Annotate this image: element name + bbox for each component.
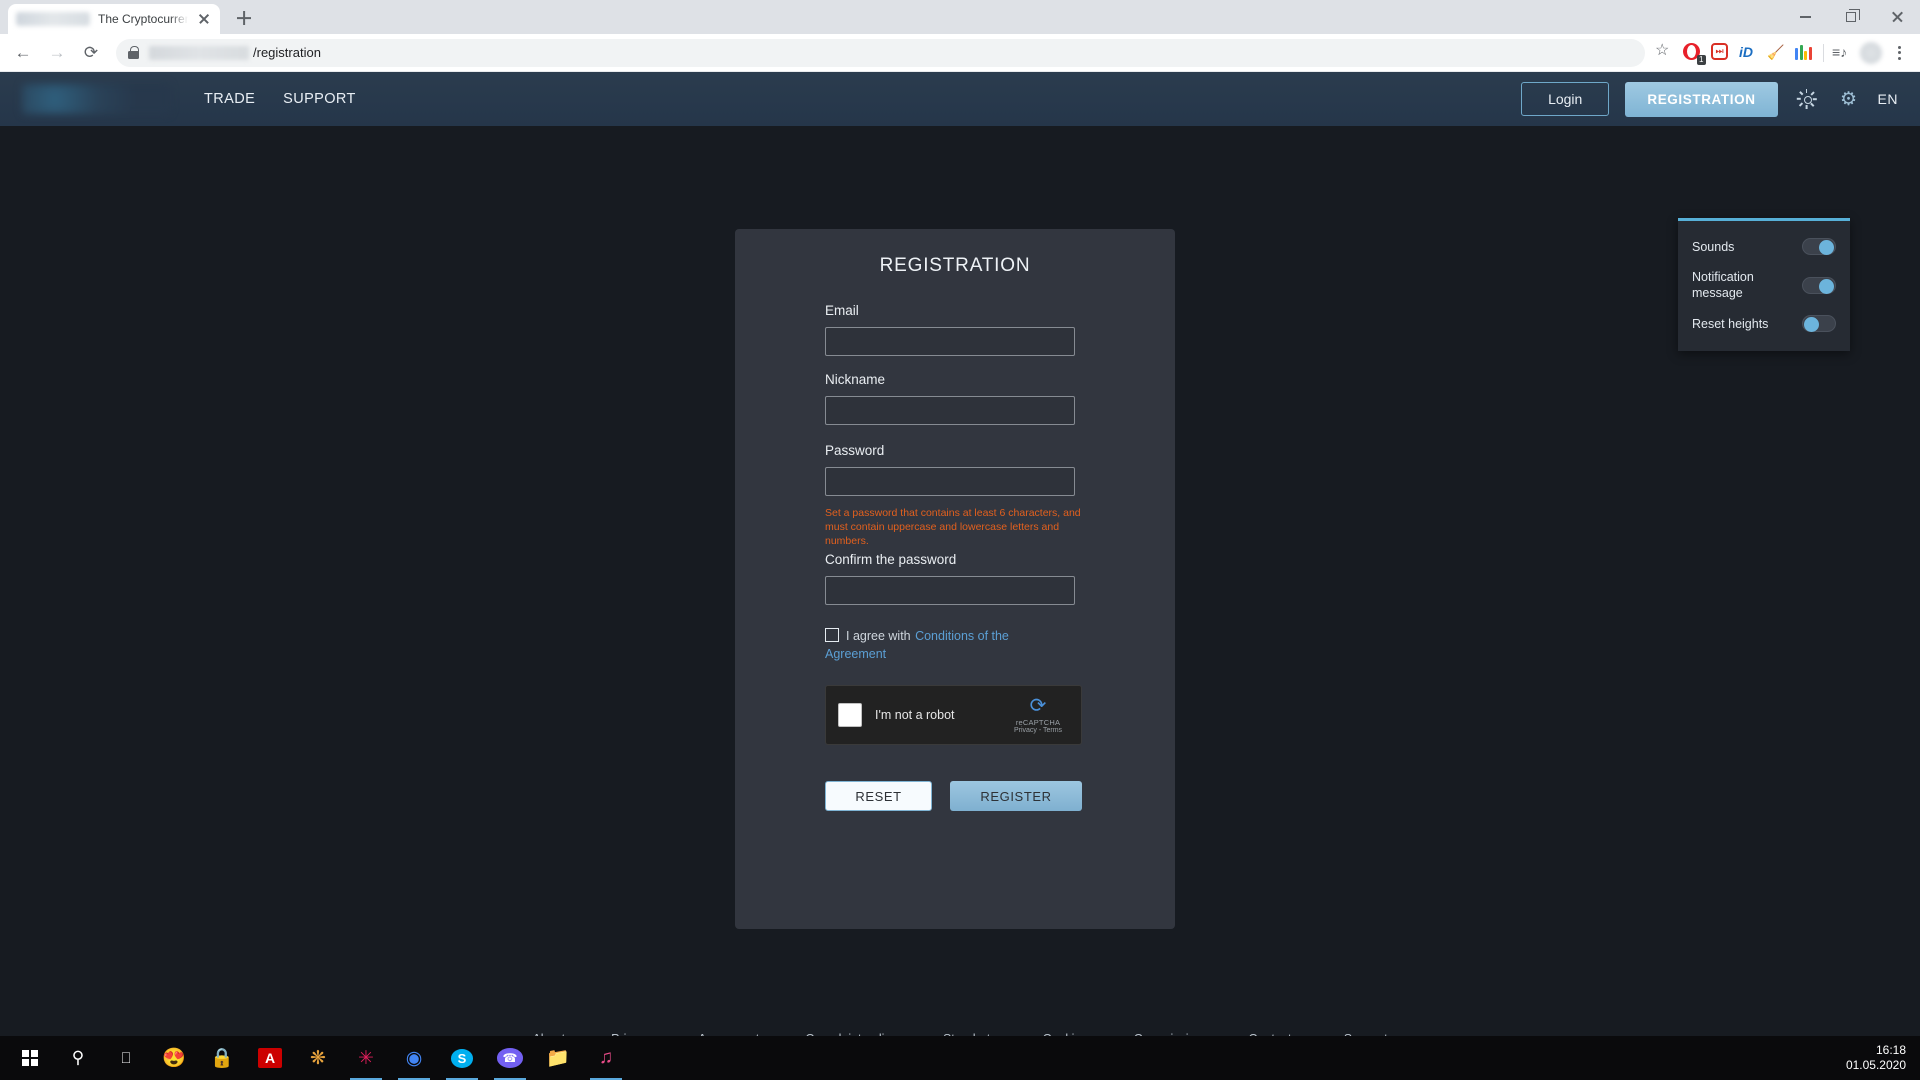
form-actions: RESET REGISTER: [825, 781, 1175, 811]
id-manager-icon[interactable]: iD: [1739, 43, 1759, 63]
search-icon[interactable]: ⚲: [54, 1036, 102, 1080]
slack-icon[interactable]: ✳: [342, 1036, 390, 1080]
start-button[interactable]: [6, 1036, 54, 1080]
skype-icon[interactable]: S: [438, 1036, 486, 1080]
setting-row-reset-heights[interactable]: Reset heights: [1678, 308, 1850, 339]
clock-time: 16:18: [1875, 1043, 1906, 1057]
close-icon[interactable]: [196, 11, 212, 27]
sounds-toggle[interactable]: [1802, 238, 1836, 255]
registration-card: REGISTRATION Email Nickname Password Set…: [735, 229, 1175, 929]
sun-icon: [1796, 89, 1817, 109]
field-email: Email: [735, 303, 1175, 356]
browser-tab[interactable]: The Cryptocurrency: [8, 4, 220, 34]
chrome-icon[interactable]: ◉: [390, 1036, 438, 1080]
toolbar-divider: [1823, 43, 1824, 62]
recaptcha-branding: ⟳ reCAPTCHA Privacy - Terms: [1007, 694, 1069, 734]
task-view-icon[interactable]: ⎕: [102, 1036, 150, 1080]
browser-window: The Cryptocurrency ← → ⟳ /registration ☆…: [0, 0, 1920, 1080]
gear-icon[interactable]: ⚙: [1836, 86, 1862, 112]
reset-button[interactable]: RESET: [825, 781, 932, 811]
recaptcha-widget[interactable]: I'm not a robot ⟳ reCAPTCHA Privacy - Te…: [825, 685, 1082, 745]
window-controls: [1782, 0, 1920, 34]
gimp-icon[interactable]: ❋: [294, 1036, 342, 1080]
login-button[interactable]: Login: [1521, 82, 1610, 116]
reload-icon[interactable]: ⟳: [76, 38, 106, 68]
reset-heights-toggle[interactable]: [1802, 315, 1836, 332]
address-bar[interactable]: /registration: [116, 38, 1645, 67]
setting-label: Notification message: [1692, 270, 1754, 300]
extension-badge-count: 1: [1696, 54, 1706, 65]
notification-message-toggle[interactable]: [1802, 276, 1836, 294]
analytics-bars-icon[interactable]: [1795, 45, 1815, 60]
language-selector[interactable]: EN: [1878, 91, 1898, 107]
page-title: REGISTRATION: [879, 255, 1031, 276]
field-label: Password: [825, 443, 885, 458]
browser-toolbar: ← → ⟳ /registration ☆ 1 ⏭ iD 🧹 ≡♪: [0, 34, 1920, 72]
field-password: Password Set a password that contains at…: [735, 443, 1175, 548]
avatar[interactable]: [1860, 41, 1882, 64]
recaptcha-terms[interactable]: Privacy - Terms: [1007, 727, 1069, 734]
site-logo[interactable]: [22, 84, 170, 114]
field-label: Nickname: [825, 372, 886, 387]
tab-strip: The Cryptocurrency: [0, 0, 1920, 34]
opera-vpn-icon[interactable]: 1: [1683, 42, 1706, 65]
taskbar-clock[interactable]: 16:18 01.05.2020: [1846, 1043, 1920, 1073]
recaptcha-label: I'm not a robot: [875, 708, 955, 722]
nav-item-support[interactable]: SUPPORT: [283, 91, 356, 107]
recaptcha-brand-name: reCAPTCHA: [1015, 717, 1061, 727]
keepass-icon[interactable]: 🔒: [198, 1036, 246, 1080]
forward-icon[interactable]: →: [42, 38, 72, 68]
minimize-button[interactable]: [1782, 0, 1828, 34]
agreement-text: I agree with: [846, 629, 911, 643]
field-label: Confirm the password: [825, 552, 957, 567]
confirm-password-input[interactable]: [825, 576, 1075, 605]
window-close-button[interactable]: [1874, 0, 1920, 34]
windows-taskbar: ⚲ ⎕ 😍 🔒 A ❋ ✳ ◉ S ☎ 📁 ♫ 16:18 01.05.2020: [0, 1036, 1920, 1080]
setting-row-sounds[interactable]: Sounds: [1678, 231, 1850, 262]
extension-icons: ☆ 1 ⏭ iD 🧹 ≡♪: [1655, 41, 1912, 65]
itunes-icon[interactable]: ♫: [582, 1036, 630, 1080]
video-downloader-icon[interactable]: ⏭: [1711, 42, 1731, 63]
settings-dropdown: Sounds Notification message Reset height…: [1678, 218, 1850, 351]
tab-favicon: [16, 12, 90, 26]
firefox-icon[interactable]: 😍: [150, 1036, 198, 1080]
setting-label: Sounds: [1692, 239, 1735, 254]
tab-title: The Cryptocurrency: [98, 12, 188, 26]
agreement-checkbox[interactable]: [825, 628, 839, 642]
clock-date: 01.05.2020: [1845, 1058, 1906, 1072]
agreement-row: I agree with Conditions of the Agreement: [735, 627, 1065, 663]
setting-label: Reset heights: [1692, 316, 1769, 331]
field-confirm-password: Confirm the password: [735, 552, 1175, 605]
acrobat-icon[interactable]: A: [246, 1036, 294, 1080]
setting-row-notification-message[interactable]: Notification message: [1678, 262, 1850, 308]
nav-item-trade[interactable]: TRADE: [204, 91, 255, 107]
site-header: TRADE SUPPORT Login REGISTRATION ⚙ EN: [0, 72, 1920, 126]
recaptcha-checkbox[interactable]: [838, 703, 862, 727]
back-icon[interactable]: ←: [8, 38, 38, 68]
nickname-input[interactable]: [825, 396, 1075, 425]
email-input[interactable]: [825, 327, 1075, 356]
header-actions: Login REGISTRATION ⚙ EN: [1521, 81, 1898, 117]
password-hint: Set a password that contains at least 6 …: [825, 507, 1081, 547]
theme-toggle-button[interactable]: [1794, 86, 1820, 112]
register-button[interactable]: REGISTER: [950, 781, 1082, 811]
field-nickname: Nickname: [735, 372, 1175, 425]
music-playlist-icon[interactable]: ≡♪: [1832, 43, 1852, 63]
web-page: TRADE SUPPORT Login REGISTRATION ⚙ EN So…: [0, 72, 1920, 1064]
more-menu-icon[interactable]: [1890, 45, 1908, 60]
url-path: /registration: [253, 45, 321, 60]
bookmark-star-icon[interactable]: ☆: [1655, 42, 1675, 63]
maximize-button[interactable]: [1828, 0, 1874, 34]
url-domain-redacted: [149, 45, 249, 60]
field-label: Email: [825, 303, 859, 318]
cleaner-broom-icon[interactable]: 🧹: [1767, 43, 1787, 63]
new-tab-button[interactable]: [230, 4, 258, 32]
file-explorer-icon[interactable]: 📁: [534, 1036, 582, 1080]
recaptcha-logo-icon: ⟳: [1029, 694, 1047, 717]
viber-icon[interactable]: ☎: [486, 1036, 534, 1080]
lock-icon: [128, 46, 139, 59]
password-input[interactable]: [825, 467, 1075, 496]
registration-button[interactable]: REGISTRATION: [1625, 81, 1778, 117]
